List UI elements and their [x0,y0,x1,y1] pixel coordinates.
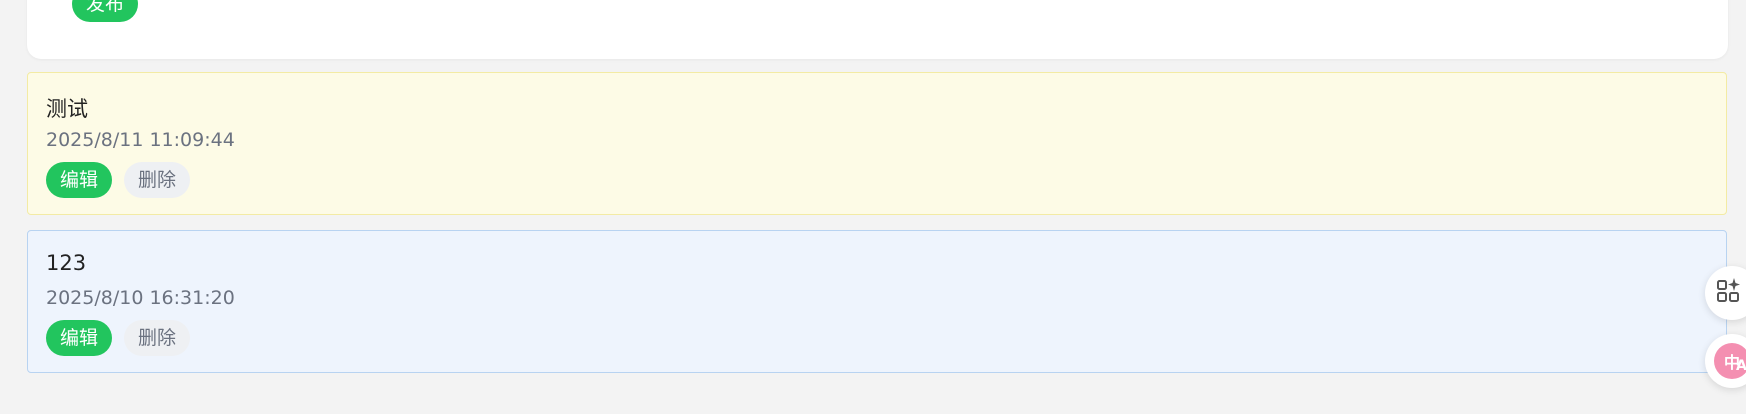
apps-sparkle-icon [1717,278,1740,302]
delete-button[interactable]: 删除 [124,320,190,356]
note-timestamp: 2025/8/10 16:31:20 [46,287,235,309]
composer-card: 发布 [27,0,1728,59]
edit-button[interactable]: 编辑 [46,320,112,356]
apps-float-button[interactable] [1705,266,1746,320]
delete-button[interactable]: 删除 [124,162,190,198]
translate-float-button[interactable]: 中 A [1705,334,1746,388]
translate-icon: 中 A [1714,343,1746,379]
note-timestamp: 2025/8/11 11:09:44 [46,129,235,151]
note-card: 测试 2025/8/11 11:09:44 编辑 删除 [27,72,1727,215]
note-title: 123 [46,251,87,275]
edit-button[interactable]: 编辑 [46,162,112,198]
publish-button[interactable]: 发布 [72,0,138,22]
svg-text:A: A [1736,358,1746,374]
note-title: 测试 [46,97,88,121]
note-card: 123 2025/8/10 16:31:20 编辑 删除 [27,230,1727,373]
